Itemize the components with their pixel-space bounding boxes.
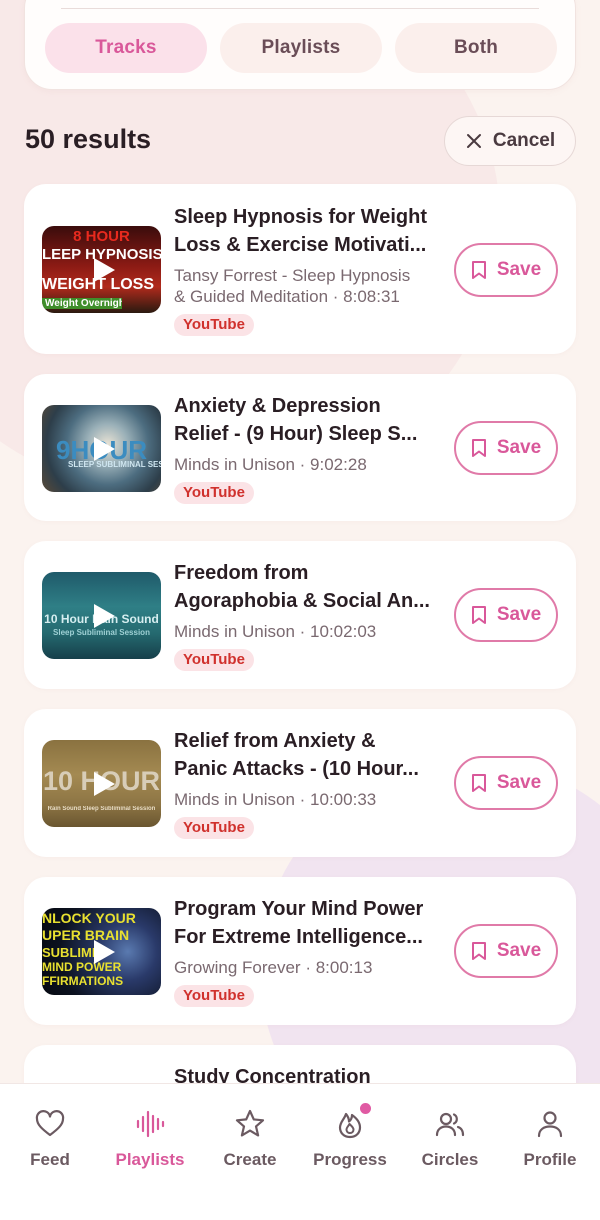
play-icon — [93, 436, 115, 461]
track-title: Freedom from Agoraphobia & Social An... — [174, 562, 430, 612]
bookmark-icon — [471, 606, 486, 624]
search-field-edge — [61, 8, 539, 9]
source-badge: YouTube — [174, 314, 254, 336]
save-button[interactable]: Save — [454, 924, 558, 978]
nav-profile[interactable]: Profile — [500, 1108, 600, 1170]
track-thumbnail[interactable]: 10 Hour Rain Sound Sleep Subliminal Sess… — [42, 572, 161, 659]
nav-create[interactable]: Create — [200, 1108, 300, 1170]
track-subtitle: Minds in Unison · 10:02:03 — [174, 622, 377, 641]
bookmark-icon — [471, 942, 486, 960]
nav-circles[interactable]: Circles — [400, 1108, 500, 1170]
notification-dot — [360, 1103, 371, 1114]
track-subtitle: Growing Forever · 8:00:13 — [174, 958, 373, 977]
track-card[interactable]: NLOCK YOUR UPER BRAIN SUBLIMIN MIND POWE… — [24, 877, 576, 1025]
track-thumbnail[interactable]: NLOCK YOUR UPER BRAIN SUBLIMIN MIND POWE… — [42, 908, 161, 995]
track-card[interactable]: 10 HOUR Rain Sound Sleep Subliminal Sess… — [24, 709, 576, 857]
track-card[interactable]: 8 HOUR LEEP HYPNOSIS WEIGHT LOSS Weight … — [24, 184, 576, 354]
track-subtitle: Minds in Unison · 9:02:28 — [174, 455, 367, 474]
track-thumbnail[interactable]: 8 HOUR LEEP HYPNOSIS WEIGHT LOSS Weight … — [42, 226, 161, 313]
source-badge: YouTube — [174, 649, 254, 671]
track-thumbnail[interactable]: 9HOUR SLEEP SUBLIMINAL SESSION — [42, 405, 161, 492]
nav-progress[interactable]: Progress — [300, 1108, 400, 1170]
save-button[interactable]: Save — [454, 421, 558, 475]
bottom-nav: Feed Playlists Create Progress Circles P… — [0, 1083, 600, 1220]
filter-card: Tracks Playlists Both — [24, 0, 576, 90]
search-results-screen: Tracks Playlists Both 50 results Cancel … — [0, 0, 600, 1220]
play-icon — [93, 257, 115, 282]
heart-icon — [35, 1110, 65, 1137]
bookmark-icon — [471, 439, 486, 457]
nav-playlists[interactable]: Playlists — [100, 1108, 200, 1170]
cancel-label: Cancel — [492, 130, 556, 151]
track-title: Sleep Hypnosis for Weight Loss & Exercis… — [174, 206, 427, 256]
nav-feed[interactable]: Feed — [0, 1108, 100, 1170]
close-icon — [466, 134, 481, 148]
source-badge: YouTube — [174, 482, 254, 504]
thumb-text: FFIRMATIONS — [42, 974, 124, 988]
results-count: 50 results — [25, 124, 152, 154]
source-badge: YouTube — [174, 817, 254, 839]
filter-tracks-tab[interactable]: Tracks — [45, 23, 207, 73]
source-badge: YouTube — [174, 985, 254, 1007]
thumb-text: NLOCK YOUR — [42, 910, 136, 926]
bookmark-icon — [471, 774, 486, 792]
track-title: Relief from Anxiety & Panic Attacks - (1… — [174, 730, 419, 780]
filter-playlists-tab[interactable]: Playlists — [220, 23, 382, 73]
thumb-text: Sleep Subliminal Session — [53, 628, 150, 637]
save-button[interactable]: Save — [454, 756, 558, 810]
sound-wave-icon — [136, 1110, 165, 1138]
play-icon — [93, 603, 115, 628]
track-subtitle: Minds in Unison · 10:00:33 — [174, 790, 377, 809]
thumb-text: Rain Sound Sleep Subliminal Session — [47, 806, 156, 812]
cancel-button[interactable]: Cancel — [444, 116, 576, 166]
play-icon — [93, 771, 115, 796]
user-icon — [537, 1111, 563, 1138]
thumb-text: Weight Overnight! — [42, 298, 122, 309]
bookmark-icon — [471, 261, 486, 279]
users-icon — [435, 1112, 465, 1137]
star-icon — [235, 1109, 265, 1137]
filter-both-tab[interactable]: Both — [395, 23, 557, 73]
save-button[interactable]: Save — [454, 588, 558, 642]
thumb-text: 8 HOUR — [73, 228, 130, 245]
track-thumbnail[interactable]: 10 HOUR Rain Sound Sleep Subliminal Sess… — [42, 740, 161, 827]
track-subtitle: Tansy Forrest - Sleep Hypnosis & Guided … — [174, 266, 411, 306]
play-icon — [93, 939, 115, 964]
track-card[interactable]: 9HOUR SLEEP SUBLIMINAL SESSION Anxiety &… — [24, 374, 576, 521]
save-button[interactable]: Save — [454, 243, 558, 297]
track-title: Program Your Mind Power For Extreme Inte… — [174, 898, 424, 948]
track-card[interactable]: 10 Hour Rain Sound Sleep Subliminal Sess… — [24, 541, 576, 689]
track-title: Anxiety & Depression Relief - (9 Hour) S… — [174, 395, 418, 445]
